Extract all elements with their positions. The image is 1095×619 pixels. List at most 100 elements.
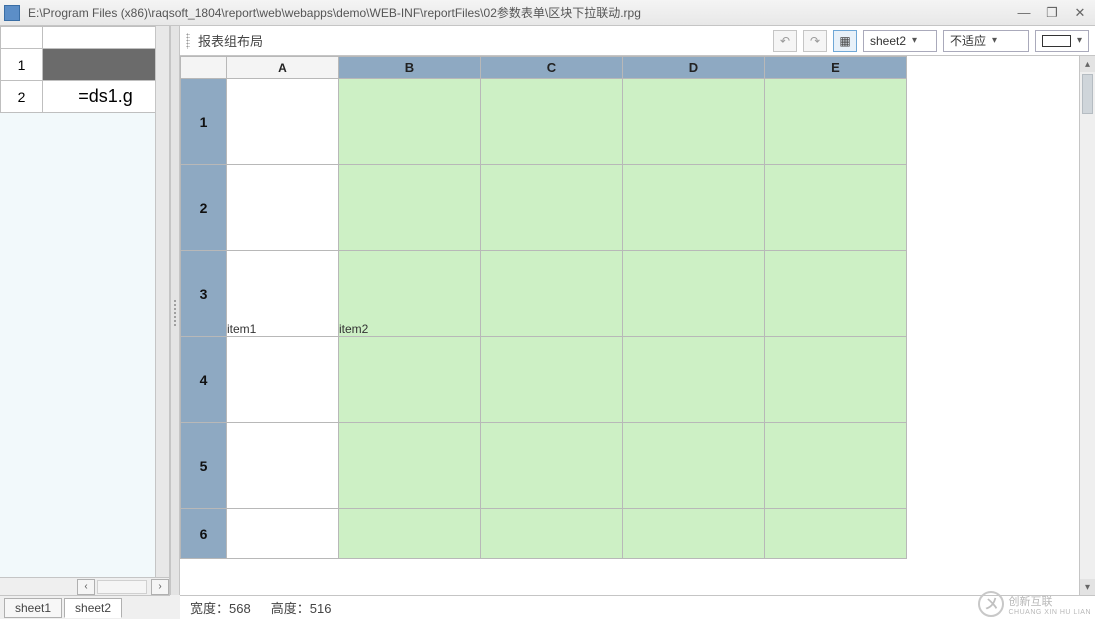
mini-hscroll[interactable]: ‹ › — [0, 577, 169, 595]
color-select[interactable]: ▾ — [1035, 30, 1089, 52]
mini-corner[interactable] — [1, 27, 43, 49]
cell-C4[interactable] — [481, 337, 623, 423]
cell-D2[interactable] — [623, 165, 765, 251]
cell-B5[interactable] — [339, 423, 481, 509]
cell-E2[interactable] — [765, 165, 907, 251]
cell-C5[interactable] — [481, 423, 623, 509]
cell-B3[interactable]: item2 — [339, 251, 481, 337]
scroll-thumb[interactable] — [1082, 74, 1093, 114]
scroll-down-icon[interactable]: ▾ — [1080, 579, 1095, 595]
cell-C1[interactable] — [481, 79, 623, 165]
row-header-2[interactable]: 2 — [181, 165, 227, 251]
cell-C2[interactable] — [481, 165, 623, 251]
col-header-E[interactable]: E — [765, 57, 907, 79]
status-width-value: 568 — [229, 601, 251, 616]
cell-blank — [907, 251, 1077, 337]
status-bar: 宽度：568 高度：516 — [180, 595, 1095, 619]
cell-E5[interactable] — [765, 423, 907, 509]
cell-B4[interactable] — [339, 337, 481, 423]
row-header-6[interactable]: 6 — [181, 509, 227, 559]
col-header-A[interactable]: A — [227, 57, 339, 79]
cell-D5[interactable] — [623, 423, 765, 509]
sheet-select-value: sheet2 — [870, 34, 906, 48]
mini-hscroll-right[interactable]: › — [151, 579, 169, 595]
splitter-grip-icon — [173, 299, 177, 327]
cell-B2[interactable] — [339, 165, 481, 251]
col-header-D[interactable]: D — [623, 57, 765, 79]
undo-button[interactable]: ↶ — [773, 30, 797, 52]
window-title: E:\Program Files (x86)\raqsoft_1804\repo… — [28, 4, 1013, 21]
maximize-button[interactable]: ❐ — [1041, 5, 1063, 21]
mini-rownum-2[interactable]: 2 — [1, 81, 43, 113]
mini-vscroll[interactable] — [155, 26, 169, 577]
mini-grid[interactable]: 1 2 =ds1.g — [0, 26, 169, 577]
left-panel: 1 2 =ds1.g ‹ › — [0, 26, 170, 595]
row-header-5[interactable]: 5 — [181, 423, 227, 509]
main-area: 1 2 =ds1.g ‹ › 报表组布局 ↶ — [0, 26, 1095, 595]
status-height: 高度：516 — [271, 598, 332, 617]
mini-hscroll-track[interactable] — [97, 580, 147, 594]
status-width-label: 宽度： — [190, 601, 229, 616]
row-header-3[interactable]: 3 — [181, 251, 227, 337]
close-button[interactable]: ✕ — [1069, 5, 1091, 21]
mini-hscroll-left[interactable]: ‹ — [77, 579, 95, 595]
cell-blank — [907, 165, 1077, 251]
mini-colhdr[interactable] — [43, 27, 169, 49]
cell-E4[interactable] — [765, 337, 907, 423]
cell-B6[interactable] — [339, 509, 481, 559]
report-toolbar: 报表组布局 ↶ ↷ ▦ sheet2 ▾ 不适应 ▾ ▾ — [180, 26, 1095, 56]
status-height-value: 516 — [310, 601, 332, 616]
cell-blank — [907, 79, 1077, 165]
sheet-vscroll[interactable]: ▴ ▾ — [1079, 56, 1095, 595]
cell-E3[interactable] — [765, 251, 907, 337]
cell-A1[interactable] — [227, 79, 339, 165]
titlebar: E:\Program Files (x86)\raqsoft_1804\repo… — [0, 0, 1095, 26]
grid-corner[interactable] — [181, 57, 227, 79]
tab-sheet1[interactable]: sheet1 — [4, 598, 62, 618]
cell-A4[interactable] — [227, 337, 339, 423]
status-width: 宽度：568 — [190, 598, 251, 617]
cell-A5[interactable] — [227, 423, 339, 509]
spreadsheet[interactable]: A B C D E 1 — [180, 56, 1095, 595]
chevron-down-icon: ▾ — [912, 35, 917, 46]
cell-D6[interactable] — [623, 509, 765, 559]
col-header-blank — [907, 57, 1077, 79]
cell-C6[interactable] — [481, 509, 623, 559]
cell-A6[interactable] — [227, 509, 339, 559]
sheet-tabs: sheet1 sheet2 — [0, 595, 170, 619]
app-icon — [4, 5, 20, 21]
fit-mode-select[interactable]: 不适应 ▾ — [943, 30, 1029, 52]
col-header-C[interactable]: C — [481, 57, 623, 79]
col-header-B[interactable]: B — [339, 57, 481, 79]
item2-label: item2 — [339, 322, 368, 336]
scroll-up-icon[interactable]: ▴ — [1080, 56, 1095, 72]
mini-rownum-1[interactable]: 1 — [1, 49, 43, 81]
sheet-select[interactable]: sheet2 ▾ — [863, 30, 937, 52]
color-swatch-icon — [1042, 35, 1071, 47]
cell-E6[interactable] — [765, 509, 907, 559]
cell-D3[interactable] — [623, 251, 765, 337]
cell-C3[interactable] — [481, 251, 623, 337]
cell-D4[interactable] — [623, 337, 765, 423]
right-panel: 报表组布局 ↶ ↷ ▦ sheet2 ▾ 不适应 ▾ ▾ — [180, 26, 1095, 595]
cell-D1[interactable] — [623, 79, 765, 165]
row-header-4[interactable]: 4 — [181, 337, 227, 423]
mini-cell-1[interactable] — [43, 49, 169, 81]
minimize-button[interactable]: — — [1013, 5, 1035, 21]
mini-cell-2[interactable]: =ds1.g — [43, 81, 169, 113]
item1-label: item1 — [227, 322, 256, 336]
cell-blank — [907, 509, 1077, 559]
redo-button[interactable]: ↷ — [803, 30, 827, 52]
window-buttons: — ❐ ✕ — [1013, 5, 1091, 21]
cell-E1[interactable] — [765, 79, 907, 165]
cell-B1[interactable] — [339, 79, 481, 165]
vertical-splitter[interactable] — [170, 26, 180, 595]
cell-A3[interactable]: item1 — [227, 251, 339, 337]
status-height-label: 高度： — [271, 601, 310, 616]
layout-toggle-button[interactable]: ▦ — [833, 30, 857, 52]
cell-A2[interactable] — [227, 165, 339, 251]
fit-mode-value: 不适应 — [950, 32, 986, 49]
tab-sheet2[interactable]: sheet2 — [64, 598, 122, 618]
cell-blank — [907, 337, 1077, 423]
row-header-1[interactable]: 1 — [181, 79, 227, 165]
